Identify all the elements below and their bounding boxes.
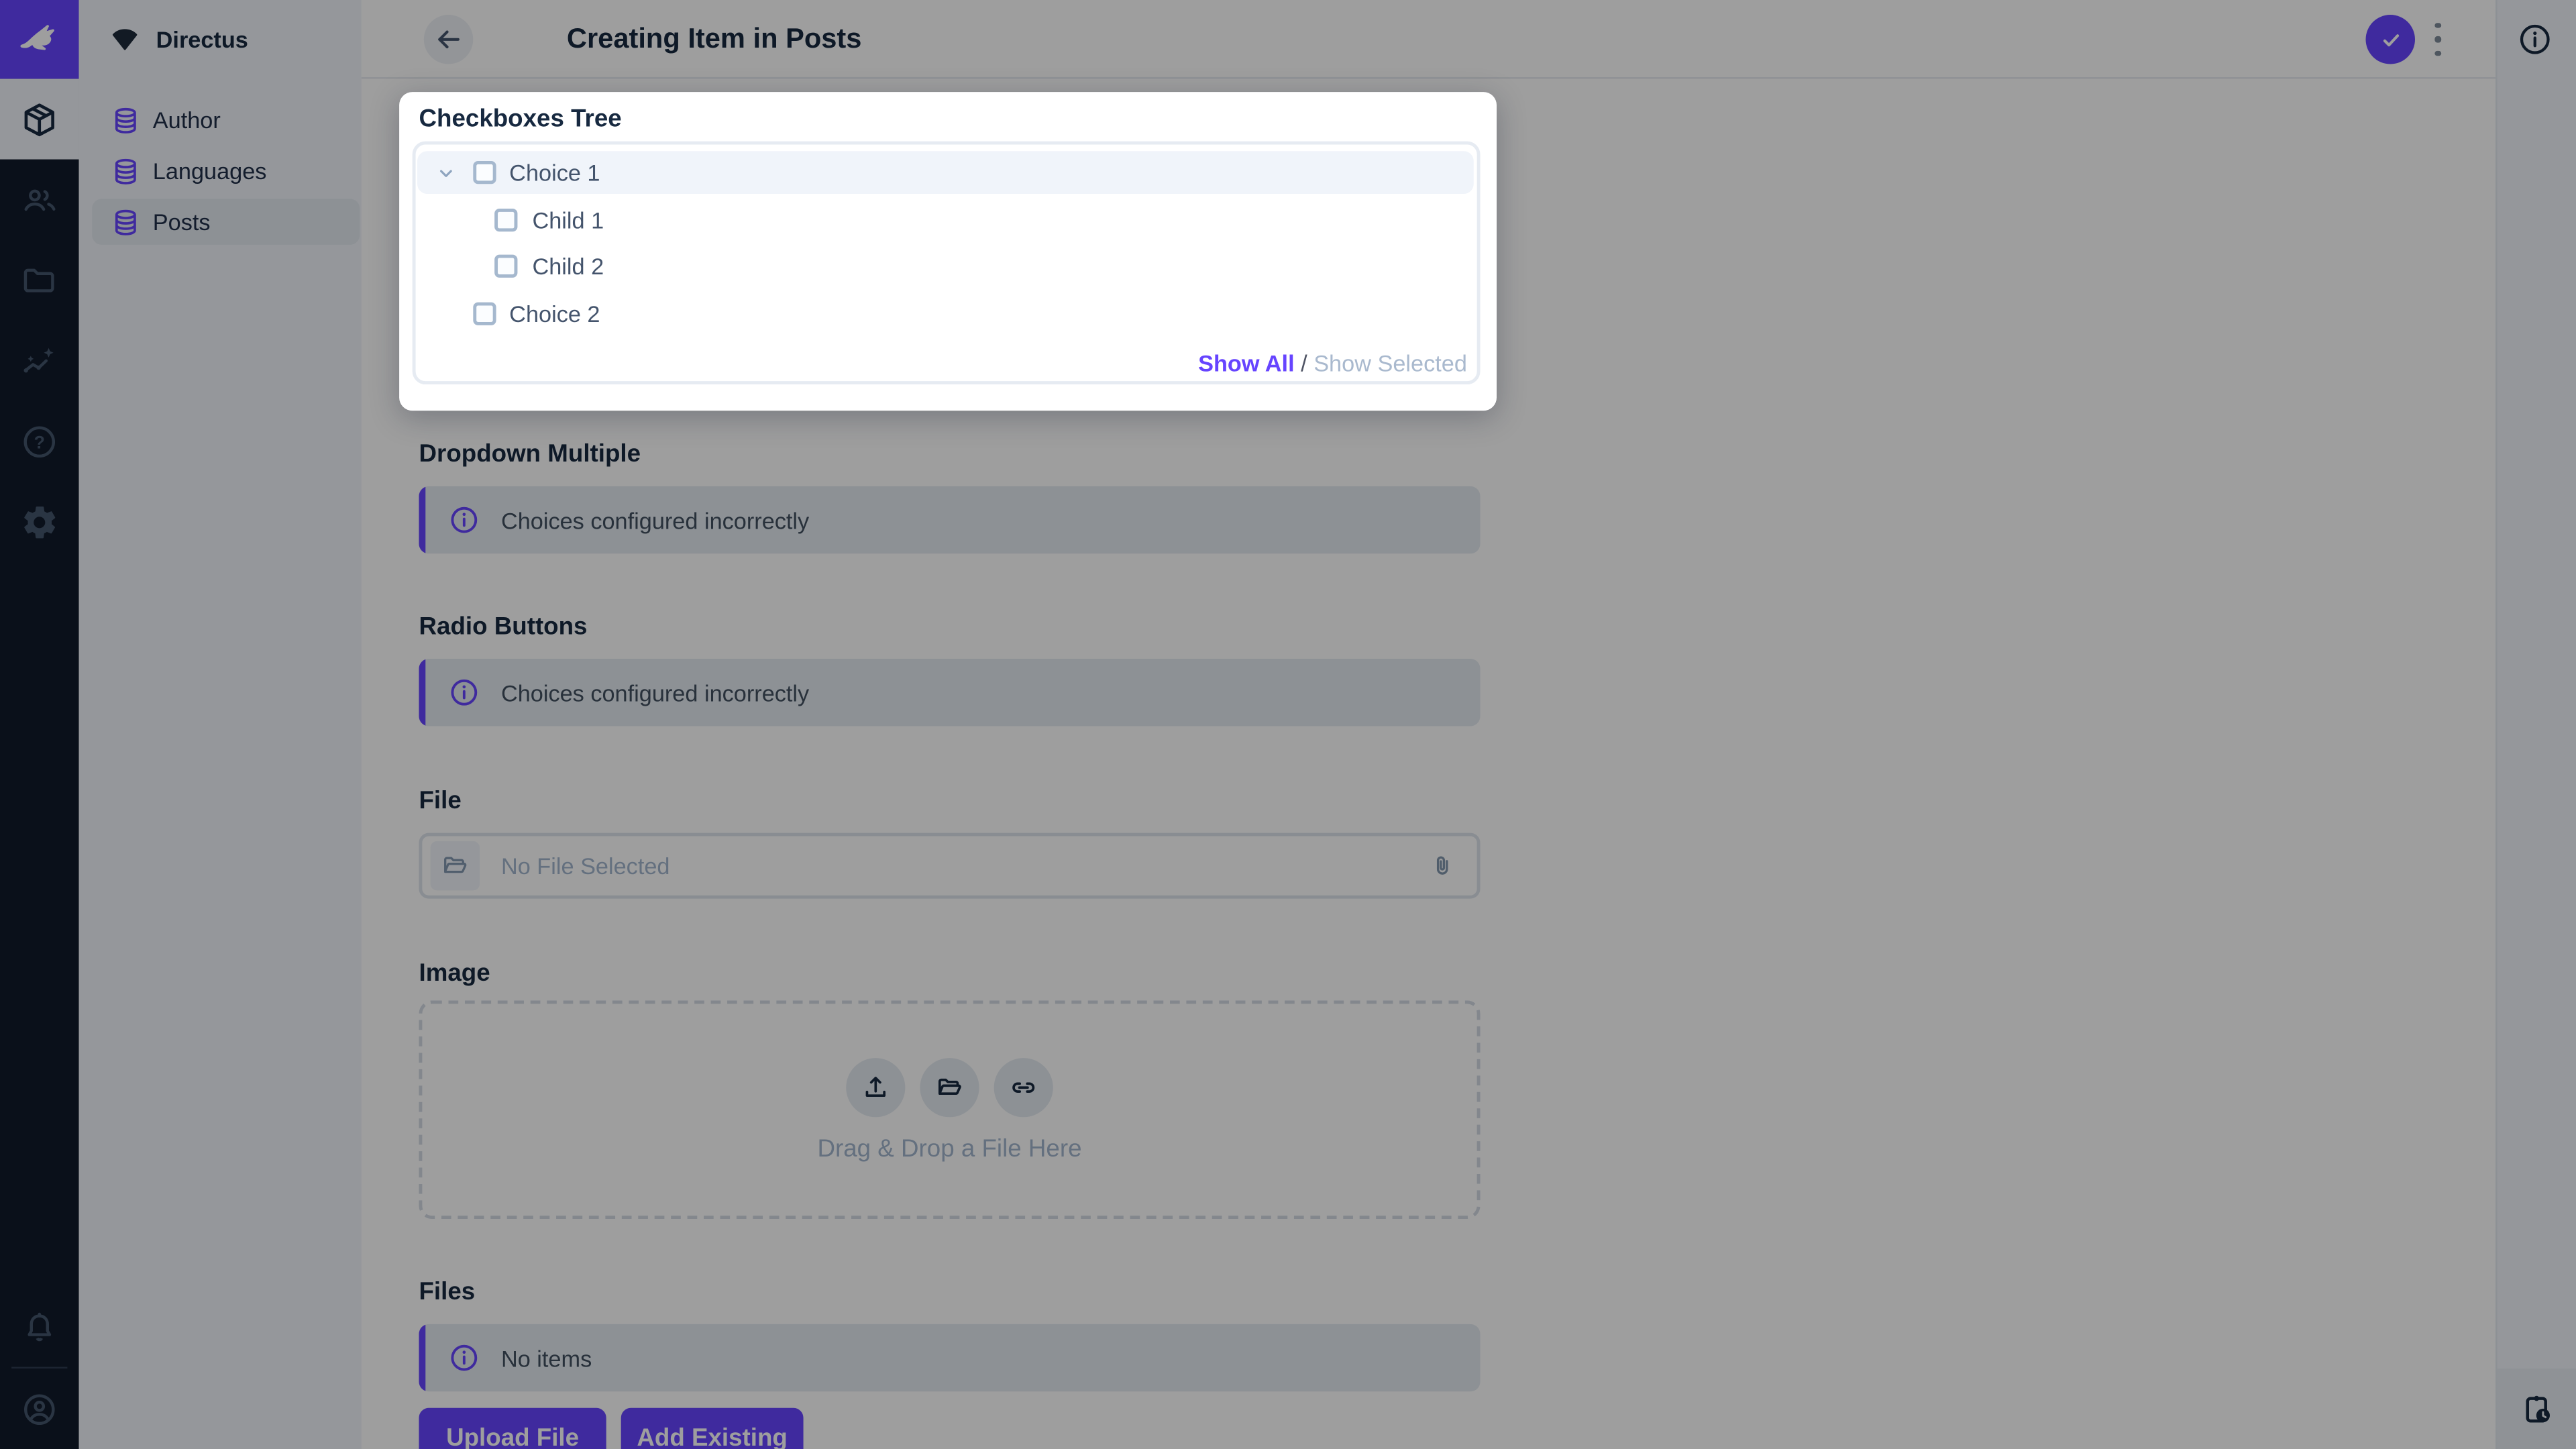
show-all-link[interactable]: Show All [1198,350,1294,376]
field-label-checkboxes-tree: Checkboxes Tree [419,99,621,142]
checkboxes-tree-dropdown: Checkboxes Tree Choice 1 Child 1 Child 2… [399,92,1497,411]
app-window: ? Directus Author [0,0,2576,1449]
checkbox-choice-2[interactable] [472,301,495,324]
show-selected-link[interactable]: Show Selected [1313,350,1467,376]
chevron-down-icon[interactable] [435,162,457,184]
checkbox-child-1[interactable] [494,208,517,231]
tree-footer: Show All / Show Selected [1198,341,1467,384]
footer-separator: / [1301,350,1313,376]
tree-item-label: Choice 2 [509,292,600,335]
checkbox-choice-1[interactable] [472,161,495,184]
tree-item-label: Child 2 [532,244,604,287]
tree-item-label: Choice 1 [509,151,600,194]
tree-item-label: Child 1 [532,198,604,241]
checkbox-child-2[interactable] [494,254,517,276]
